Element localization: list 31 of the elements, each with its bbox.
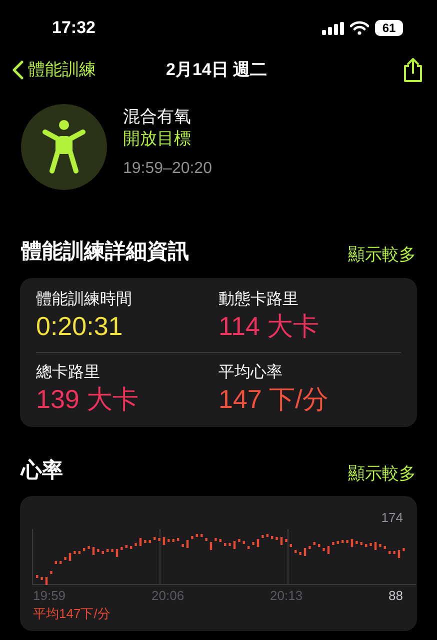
metric-value: 0:20:31	[36, 310, 124, 342]
battery: 61	[375, 20, 403, 36]
signal-icon	[322, 22, 344, 34]
nav-title: 2月14日 週二	[166, 59, 268, 82]
share-button[interactable]	[401, 55, 425, 85]
section-title: 體能訓練詳細資訊	[21, 239, 189, 265]
workout-name: 混合有氧	[123, 106, 192, 128]
share-icon	[403, 57, 423, 83]
metric-label: 動態卡路里	[218, 290, 300, 310]
metric-value: 139 大卡	[36, 382, 140, 414]
back-button[interactable]: 體能訓練	[12, 57, 96, 83]
average-label: 平均147下/分	[33, 605, 110, 623]
time-label: 20:06	[152, 587, 186, 605]
min-label: 88	[388, 587, 404, 605]
metric-value: 147 下/分	[218, 382, 330, 414]
figure-icon	[42, 119, 86, 175]
metric-label: 體能訓練時間	[36, 290, 133, 310]
show-more-link[interactable]: 顯示較多	[348, 460, 416, 486]
time-label: 20:13	[270, 587, 304, 605]
workout-time: 19:59–20:20	[123, 159, 212, 179]
metric-label: 總卡路里	[36, 362, 101, 382]
max-label: 174	[381, 509, 403, 527]
time-label: 19:59	[33, 587, 67, 605]
metric-value: 114 大卡	[218, 310, 320, 342]
clock: 17:32	[52, 17, 96, 40]
chevron-icon	[12, 60, 24, 80]
section-title: 心率	[21, 458, 63, 484]
workout-goal: 開放目標	[123, 128, 192, 150]
show-more-link[interactable]: 顯示較多	[348, 242, 416, 268]
metric-label: 平均心率	[218, 362, 284, 382]
wifi-icon	[350, 21, 369, 35]
